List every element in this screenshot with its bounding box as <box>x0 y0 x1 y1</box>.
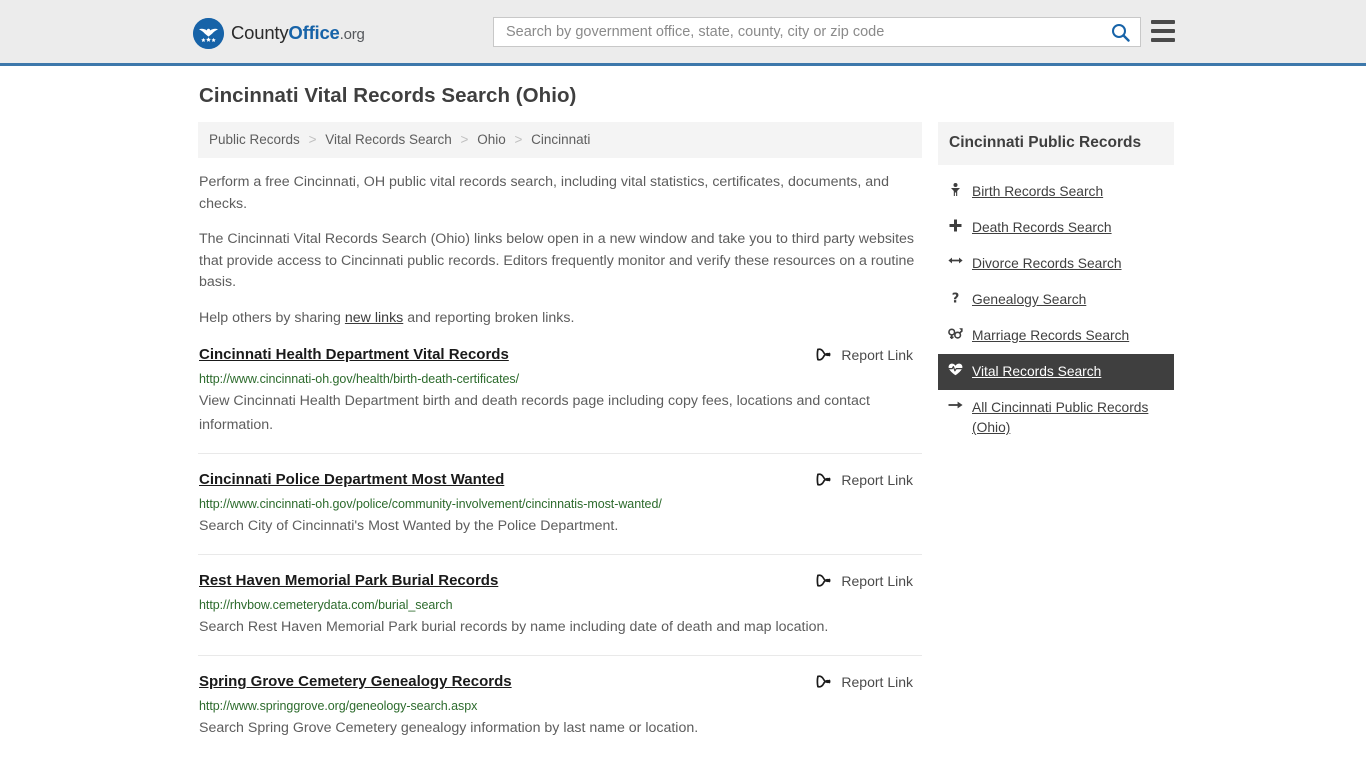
broken-link-icon <box>816 348 831 361</box>
eagle-stars-seal-icon <box>193 18 224 49</box>
search-button[interactable] <box>1100 18 1140 46</box>
hamburger-bar <box>1151 38 1175 42</box>
sidebar-item-divorce-records[interactable]: Divorce Records Search <box>938 246 1174 282</box>
left-right-arrows-icon <box>948 255 963 266</box>
broken-link-icon <box>816 473 831 486</box>
report-link-label: Report Link <box>841 572 913 589</box>
hamburger-bar <box>1151 20 1175 24</box>
content-container: Cincinnati Vital Records Search (Ohio) P… <box>188 82 1178 768</box>
result-header: Rest Haven Memorial Park Burial Records … <box>199 571 922 591</box>
hamburger-bar <box>1151 29 1175 33</box>
venus-mars-icon <box>948 327 963 340</box>
page-body: Cincinnati Vital Records Search (Ohio) P… <box>0 66 1366 768</box>
breadcrumb-separator: > <box>308 132 317 147</box>
breadcrumb-item-public-records[interactable]: Public Records <box>209 132 300 147</box>
result-item: Cincinnati Health Department Vital Recor… <box>198 343 922 454</box>
result-description: View Cincinnati Health Department birth … <box>199 393 870 433</box>
hamburger-menu-icon[interactable] <box>1151 20 1175 42</box>
two-column-layout: Public Records > Vital Records Search > … <box>198 122 1178 768</box>
sidebar-item-death-records[interactable]: Death Records Search <box>938 210 1174 246</box>
result-description: Search City of Cincinnati's Most Wanted … <box>199 518 619 534</box>
result-title-link[interactable]: Spring Grove Cemetery Genealogy Records <box>199 672 512 692</box>
breadcrumb-item-ohio[interactable]: Ohio <box>477 132 506 147</box>
sidebar-item-all-public-records[interactable]: All Cincinnati Public Records (Ohio) <box>938 390 1174 446</box>
breadcrumb-separator: > <box>514 132 523 147</box>
report-link-label: Report Link <box>841 673 913 690</box>
report-link-button[interactable]: Report Link <box>815 673 913 690</box>
sidebar-item-label: Death Records Search <box>972 220 1112 235</box>
sidebar-item-label: Genealogy Search <box>972 292 1087 307</box>
result-url[interactable]: http://www.cincinnati-oh.gov/police/comm… <box>199 497 922 512</box>
breadcrumb-item-cincinnati[interactable]: Cincinnati <box>531 132 590 147</box>
report-link-button[interactable]: Report Link <box>815 471 913 488</box>
report-link-label: Report Link <box>841 346 913 363</box>
result-header: Spring Grove Cemetery Genealogy Records … <box>199 672 922 692</box>
sidebar-links-list: Birth Records Search Death Records Searc… <box>938 165 1174 446</box>
cross-plus-icon <box>948 219 963 232</box>
intro-paragraph-3: Help others by sharing new links and rep… <box>198 308 922 330</box>
intro-paragraph-1: Perform a free Cincinnati, OH public vit… <box>199 174 889 212</box>
result-description: Search Spring Grove Cemetery genealogy i… <box>199 720 699 736</box>
breadcrumb-item-vital-records-search[interactable]: Vital Records Search <box>325 132 452 147</box>
report-link-button[interactable]: Report Link <box>815 572 913 589</box>
sidebar-item-label: Vital Records Search <box>972 364 1102 379</box>
public-records-panel: Cincinnati Public Records Birth Records … <box>938 122 1174 446</box>
svg-text:?: ? <box>952 292 960 306</box>
result-item: Spring Grove Cemetery Genealogy Records … <box>198 670 922 756</box>
report-link-button[interactable]: Report Link <box>815 346 913 363</box>
result-url[interactable]: http://www.springgrove.org/geneology-sea… <box>199 699 922 714</box>
arrow-right-icon <box>948 399 963 411</box>
result-title-link[interactable]: Rest Haven Memorial Park Burial Records <box>199 571 498 591</box>
logo-text-office: Office <box>288 22 340 44</box>
search-bar <box>493 17 1141 47</box>
report-link-label: Report Link <box>841 471 913 488</box>
result-description: Search Rest Haven Memorial Park burial r… <box>199 619 829 635</box>
question-mark-icon: ? <box>948 291 963 306</box>
site-header: CountyOffice.org <box>0 0 1366 66</box>
new-links-link[interactable]: new links <box>345 310 403 326</box>
sidebar: Cincinnati Public Records Birth Records … <box>938 122 1174 446</box>
heartbeat-icon <box>948 363 963 376</box>
broken-link-icon <box>816 675 831 688</box>
sidebar-item-label: Marriage Records Search <box>972 328 1130 343</box>
result-header: Cincinnati Health Department Vital Recor… <box>199 345 922 365</box>
result-url[interactable]: http://www.cincinnati-oh.gov/health/birt… <box>199 372 922 387</box>
baby-icon <box>948 183 963 197</box>
logo-text-org: .org <box>339 26 365 44</box>
intro-paragraph-3-before: Help others by sharing <box>199 309 345 326</box>
breadcrumb-separator: > <box>460 132 469 147</box>
intro-paragraph-2: The Cincinnati Vital Records Search (Ohi… <box>199 231 915 290</box>
site-logo[interactable]: CountyOffice.org <box>193 18 365 49</box>
sidebar-item-label: Birth Records Search <box>972 184 1104 199</box>
sidebar-item-genealogy[interactable]: ? Genealogy Search <box>938 282 1174 318</box>
main-column: Public Records > Vital Records Search > … <box>198 122 922 768</box>
logo-text-county: County <box>231 22 289 44</box>
page-title: Cincinnati Vital Records Search (Ohio) <box>199 84 577 107</box>
intro-text: Perform a free Cincinnati, OH public vit… <box>198 172 922 329</box>
sidebar-item-label: Divorce Records Search <box>972 256 1122 271</box>
sidebar-panel-title: Cincinnati Public Records <box>938 122 1174 165</box>
breadcrumb: Public Records > Vital Records Search > … <box>198 122 922 158</box>
result-item: Rest Haven Memorial Park Burial Records … <box>198 569 922 656</box>
results-list: Cincinnati Health Department Vital Recor… <box>198 343 922 756</box>
search-input[interactable] <box>494 18 1100 46</box>
sidebar-item-label: All Cincinnati Public Records (Ohio) <box>972 400 1149 435</box>
intro-paragraph-3-after: and reporting broken links. <box>403 309 575 326</box>
result-item: Cincinnati Police Department Most Wanted… <box>198 468 922 555</box>
result-title-link[interactable]: Cincinnati Police Department Most Wanted <box>199 470 504 490</box>
sidebar-item-vital-records[interactable]: Vital Records Search <box>938 354 1174 390</box>
result-title-link[interactable]: Cincinnati Health Department Vital Recor… <box>199 345 509 365</box>
result-header: Cincinnati Police Department Most Wanted… <box>199 470 922 490</box>
broken-link-icon <box>816 574 831 587</box>
logo-wordmark: CountyOffice.org <box>231 24 365 43</box>
result-url[interactable]: http://rhvbow.cemeterydata.com/burial_se… <box>199 598 922 613</box>
sidebar-item-birth-records[interactable]: Birth Records Search <box>938 174 1174 210</box>
search-icon <box>1111 23 1130 42</box>
sidebar-item-marriage-records[interactable]: Marriage Records Search <box>938 318 1174 354</box>
